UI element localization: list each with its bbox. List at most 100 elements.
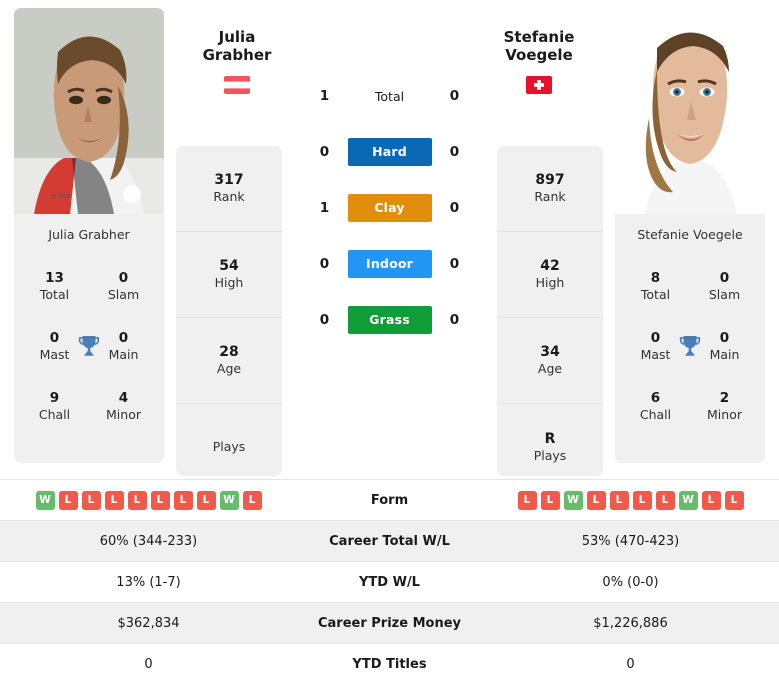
left-plays-label: Plays: [212, 439, 246, 455]
right-titles-minor-label: Minor: [707, 406, 742, 422]
h2h-hard-badge-wrap: Hard: [347, 138, 432, 166]
left-player-card[interactable]: erima Julia Grabher 13 Total 0 Slam 0 Ma…: [14, 8, 164, 463]
h2h-clay-left-score: 1: [319, 200, 330, 216]
surface-badge-indoor[interactable]: Indoor: [347, 250, 432, 278]
h2h-indoor-badge-wrap: Indoor: [347, 250, 432, 278]
right-form-badge: L: [701, 490, 721, 510]
right-stat-rank: 897 Rank: [497, 146, 603, 232]
right-player-name-header[interactable]: Stefanie Voegele: [480, 28, 598, 94]
right-career-prize-money: $1,226,886: [593, 615, 668, 631]
right-career-total-wl: 53% (470-423): [581, 533, 680, 549]
left-titles-chall-value: 9: [49, 389, 60, 406]
h2h-grass-right-score: 0: [449, 312, 460, 328]
right-rank-value: 897: [535, 172, 565, 189]
left-titles-slam-value: 0: [118, 269, 129, 286]
left-high-label: High: [214, 275, 244, 291]
right-player-card[interactable]: Stefanie Voegele 8 Total 0 Slam 0 Mast 0…: [615, 8, 765, 463]
left-form-badge: L: [173, 490, 193, 510]
right-stat-high: 42 High: [497, 232, 603, 318]
comparison-header: erima Julia Grabher 13 Total 0 Slam 0 Ma…: [0, 0, 779, 476]
h2h-clay-badge-wrap: Clay: [347, 194, 432, 222]
right-titles-chall: 6 Chall: [621, 390, 690, 423]
left-form-strip: WLLLLLLLWL: [0, 490, 297, 510]
left-stat-high: 54 High: [176, 232, 282, 318]
right-high-label: High: [535, 275, 565, 291]
right-player-first-name: Stefanie: [503, 28, 575, 46]
right-player-photo: [615, 8, 765, 214]
table-row-career-total-wl: 60% (344-233) Career Total W/L 53% (470-…: [0, 520, 779, 561]
h2h-row-hard: 0 Hard 0: [288, 124, 491, 180]
left-titles-total-value: 13: [45, 269, 64, 286]
left-rank-label: Rank: [213, 189, 245, 205]
right-form-badge: L: [517, 490, 537, 510]
titles-row-mast-main: 0 Mast 0 Main: [621, 316, 759, 376]
right-form-cell: LLWLLLLWLL: [482, 490, 779, 510]
right-form-strip: LLWLLLLWLL: [482, 490, 779, 510]
right-form-badge: L: [586, 490, 606, 510]
right-titles-total-value: 8: [650, 269, 661, 286]
titles-row-total-slam: 13 Total 0 Slam: [20, 256, 158, 316]
h2h-hard-right-score: 0: [449, 144, 460, 160]
table-row-ytd-titles: 0 YTD Titles 0: [0, 643, 779, 684]
left-player-photo: erima: [14, 8, 164, 214]
h2h-hard-left-score: 0: [319, 144, 330, 160]
right-player-photo-column: Stefanie Voegele 8 Total 0 Slam 0 Mast 0…: [609, 8, 771, 476]
left-player-name-header[interactable]: Julia Grabher: [178, 28, 296, 94]
titles-row-chall-minor: 9 Chall 4 Minor: [20, 376, 158, 436]
left-form-badge: W: [35, 490, 55, 510]
titles-row-mast-main: 0 Mast 0 Main: [20, 316, 158, 376]
h2h-indoor-right-score: 0: [449, 256, 460, 272]
right-form-badge: L: [540, 490, 560, 510]
player-comparison-page: erima Julia Grabher 13 Total 0 Slam 0 Ma…: [0, 0, 779, 699]
left-form-badge: L: [127, 490, 147, 510]
right-high-value: 42: [540, 258, 560, 275]
left-form-badge: W: [219, 490, 239, 510]
h2h-total-label: Total: [374, 88, 405, 104]
right-player-stat-card: 897 Rank 42 High 34 Age R Plays: [497, 146, 603, 476]
h2h-indoor-left-score: 0: [319, 256, 330, 272]
left-titles-minor-label: Minor: [106, 406, 141, 422]
row-label-ytd-wl: YTD W/L: [359, 574, 420, 590]
left-high-value: 54: [219, 258, 239, 275]
comparison-stats-table: WLLLLLLLWL Form LLWLLLLWLL 60% (344-233)…: [0, 479, 779, 684]
left-stat-age: 28 Age: [176, 318, 282, 404]
left-form-badge: L: [196, 490, 216, 510]
right-rank-label: Rank: [534, 189, 566, 205]
right-plays-value: R: [544, 430, 556, 447]
left-rank-value: 317: [214, 172, 244, 189]
trophy-icon: [677, 333, 703, 359]
right-plays-label: Plays: [533, 447, 567, 463]
h2h-row-indoor: 0 Indoor 0: [288, 236, 491, 292]
surface-badge-clay[interactable]: Clay: [347, 194, 432, 222]
left-titles-minor-value: 4: [118, 389, 129, 406]
row-label-ytd-titles: YTD Titles: [352, 656, 427, 672]
right-player-photo-name: Stefanie Voegele: [637, 227, 743, 242]
left-form-badge: L: [150, 490, 170, 510]
surface-badge-hard[interactable]: Hard: [347, 138, 432, 166]
right-titles-slam: 0 Slam: [690, 270, 759, 303]
right-form-badge: W: [678, 490, 698, 510]
left-player-photo-name: Julia Grabher: [48, 227, 130, 242]
right-titles-slam-value: 0: [719, 269, 730, 286]
left-titles-slam: 0 Slam: [89, 270, 158, 303]
row-label-career-total-wl: Career Total W/L: [329, 533, 450, 549]
left-player-titles: 13 Total 0 Slam 0 Mast 0 Main 9 Chall 4 …: [14, 252, 164, 463]
h2h-total-label-wrap: Total: [348, 89, 432, 104]
h2h-clay-right-score: 0: [449, 200, 460, 216]
right-titles-slam-label: Slam: [708, 286, 741, 302]
svg-text:erima: erima: [50, 192, 70, 200]
left-form-badge: L: [81, 490, 101, 510]
row-label-form: Form: [370, 492, 409, 508]
h2h-grass-left-score: 0: [319, 312, 330, 328]
right-titles-chall-value: 6: [650, 389, 661, 406]
surface-badge-grass[interactable]: Grass: [347, 306, 432, 334]
switzerland-flag-icon: [526, 75, 552, 94]
left-age-value: 28: [219, 344, 239, 361]
left-titles-slam-label: Slam: [107, 286, 140, 302]
left-player-photo-column: erima Julia Grabher 13 Total 0 Slam 0 Ma…: [8, 8, 170, 476]
right-form-badge: L: [655, 490, 675, 510]
right-ytd-wl: 0% (0-0): [602, 574, 659, 590]
h2h-row-grass: 0 Grass 0: [288, 292, 491, 348]
right-stat-age: 34 Age: [497, 318, 603, 404]
left-player-stat-card: 317 Rank 54 High 28 Age Plays: [176, 146, 282, 476]
